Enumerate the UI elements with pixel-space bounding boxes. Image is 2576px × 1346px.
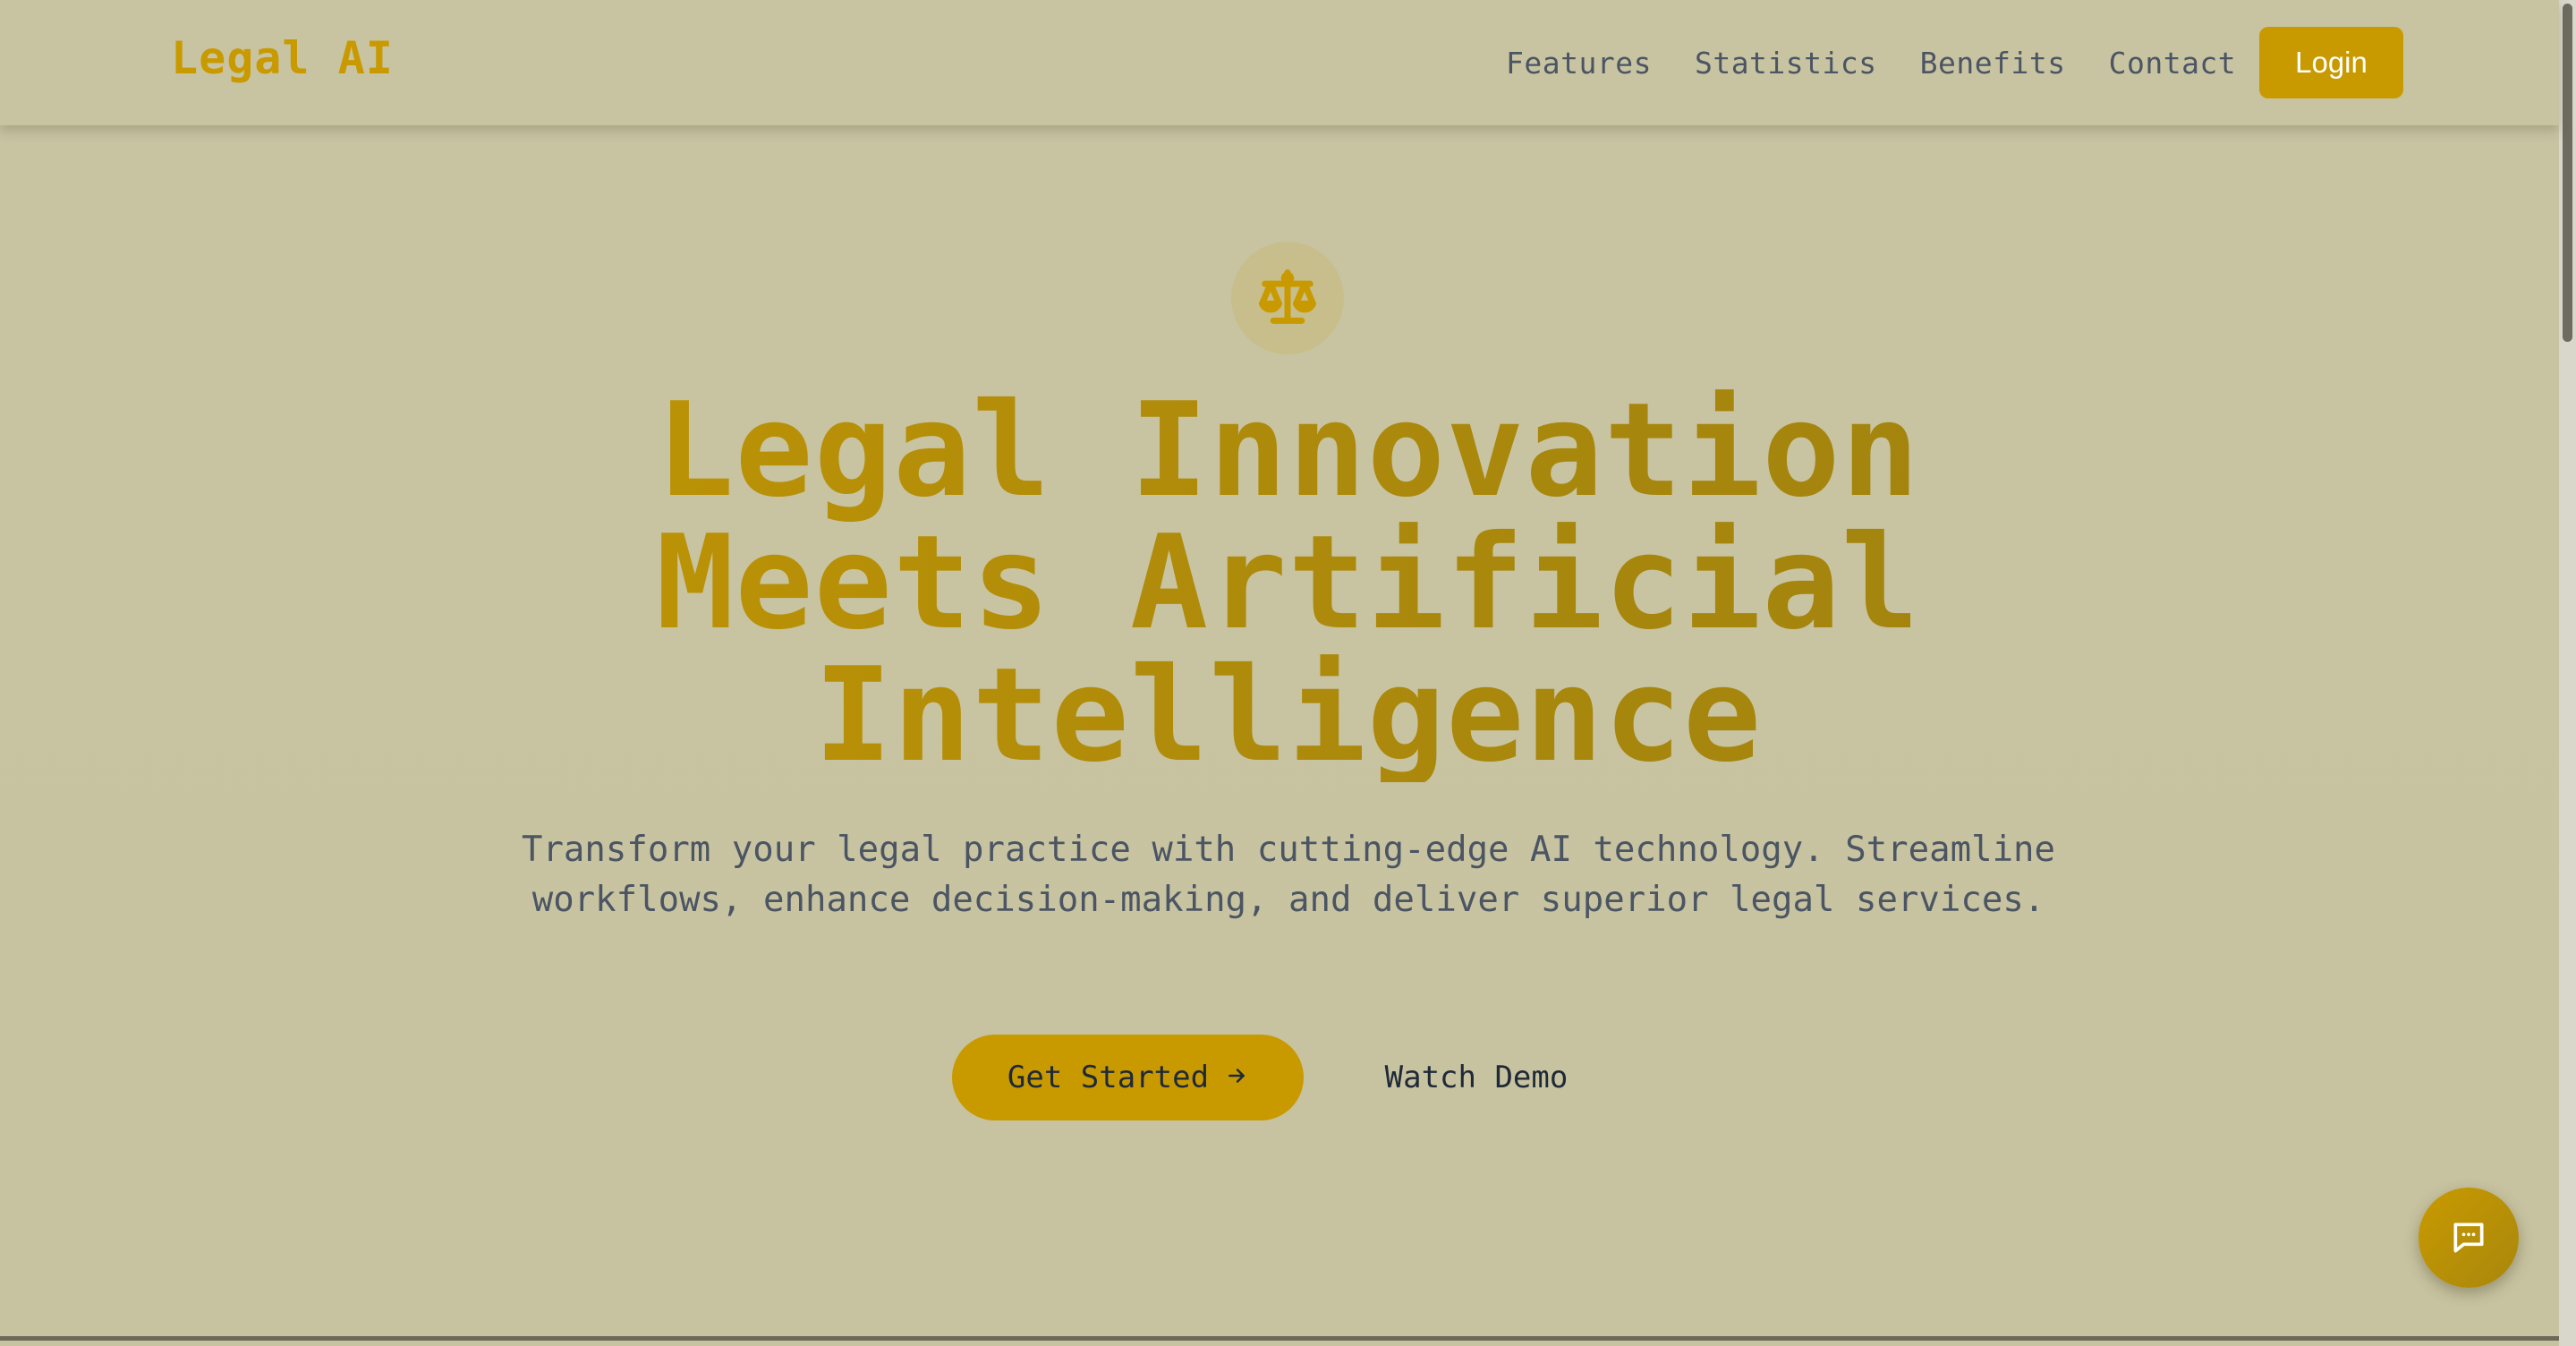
arrow-right-icon [1225, 1061, 1248, 1095]
scrollbar-thumb[interactable] [2563, 4, 2572, 342]
watch-demo-button[interactable]: Watch Demo [1360, 1035, 1593, 1120]
section-divider [0, 1336, 2559, 1341]
chat-bubble-icon [2453, 1222, 2484, 1253]
nav-link-benefits[interactable]: Benefits [1920, 46, 2066, 81]
hero-icon-badge [1231, 242, 1344, 354]
nav-link-features[interactable]: Features [1506, 46, 1652, 81]
login-button[interactable]: Login [2259, 27, 2403, 98]
hero-title-line-2: Meets Artificial [656, 507, 1920, 659]
hero-title-line-1: Legal Innovation [656, 375, 1920, 526]
hero-title-line-3: Intelligence [813, 640, 1763, 791]
scale-icon [1259, 269, 1316, 324]
main-nav: Features Statistics Benefits Contact [1506, 0, 2279, 125]
get-started-button[interactable]: Get Started [952, 1035, 1304, 1120]
top-navbar: Legal AI Features Statistics Benefits Co… [0, 0, 2559, 125]
nav-link-contact[interactable]: Contact [2109, 46, 2237, 81]
hero-subtitle: Transform your legal practice with cutti… [521, 830, 2056, 920]
page: Legal AI Features Statistics Benefits Co… [0, 0, 2576, 1346]
chat-button[interactable] [2419, 1188, 2519, 1288]
get-started-label: Get Started [1007, 1060, 1210, 1095]
nav-link-statistics[interactable]: Statistics [1695, 46, 1877, 81]
brand-logo[interactable]: Legal AI [171, 32, 394, 84]
scrollbar[interactable] [2559, 0, 2576, 1346]
hero-title: Legal Innovation Meets Artificial Intell… [0, 385, 2576, 782]
